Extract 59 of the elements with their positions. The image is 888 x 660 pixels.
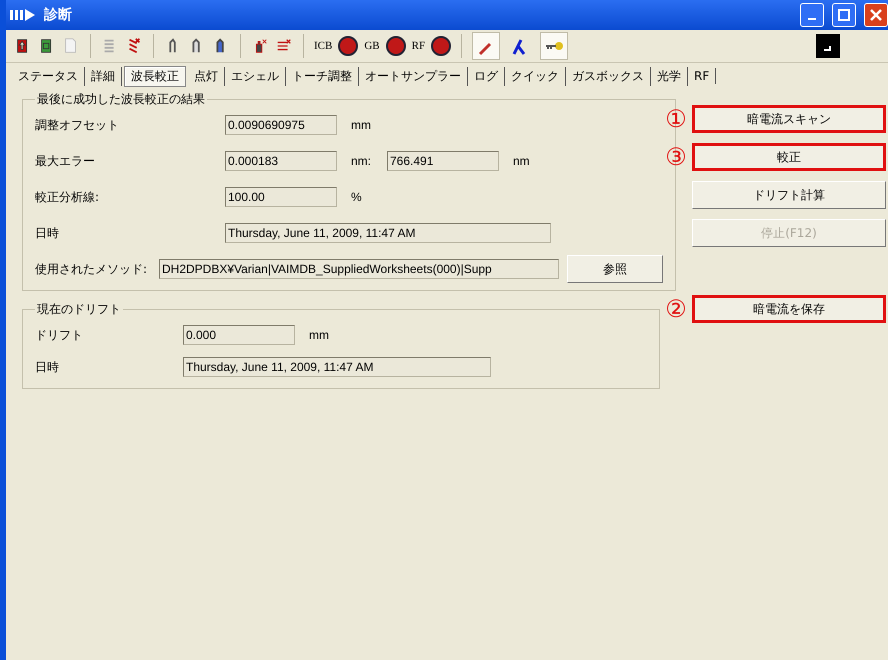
tab[interactable]: エシェル	[225, 66, 286, 86]
status-lamp-icon	[338, 36, 358, 56]
value-field: DH2DPDBX¥Varian|VAIMDB_SuppliedWorksheets(000)|Supp	[159, 259, 559, 279]
status-lamp-icon	[386, 36, 406, 56]
indicator-label: RF	[412, 40, 426, 52]
indicator-label: ICB	[314, 40, 332, 52]
field-label: ドリフト	[35, 326, 84, 344]
value-field: 0.000183	[225, 151, 337, 171]
group-title: 現在のドリフト	[36, 301, 122, 318]
tab[interactable]: トーチ調整	[286, 66, 359, 86]
app-logo-icon	[10, 8, 36, 22]
unit-label: nm:	[351, 154, 372, 168]
field-label: 日時	[35, 224, 60, 242]
tab[interactable]: クイック	[505, 66, 566, 86]
tab[interactable]: 波長較正	[124, 66, 186, 86]
tab[interactable]: 光学	[651, 66, 688, 86]
value-field: 100.00	[225, 187, 337, 207]
close-button[interactable]	[864, 3, 888, 27]
value-field: 766.491	[387, 151, 499, 171]
group-title: 最後に成功した波長較正の結果	[36, 91, 206, 108]
toolbar-toggle[interactable]	[540, 32, 568, 60]
tab[interactable]: 点灯	[188, 66, 225, 86]
maximize-icon	[838, 9, 850, 21]
field-label: 日時	[35, 358, 60, 376]
window-title: 診断	[44, 6, 73, 24]
value-field: 0.0090690975	[225, 115, 337, 135]
annotation-number: ②	[664, 297, 688, 321]
close-icon	[870, 9, 882, 21]
maximize-button[interactable]	[832, 3, 856, 27]
tab[interactable]: RF	[688, 68, 716, 84]
field-label: 較正分析線:	[35, 188, 100, 206]
tab[interactable]: 詳細	[85, 66, 122, 86]
annotation-number: ③	[664, 145, 688, 169]
unit-label: nm	[513, 154, 531, 168]
unit-label: mm	[309, 328, 330, 342]
tab[interactable]: ログ	[468, 66, 505, 86]
indicator-label: GB	[364, 40, 380, 52]
tab[interactable]: ガスボックス	[566, 66, 651, 86]
annotation-number: ①	[664, 107, 688, 131]
unit-label: mm	[351, 118, 372, 132]
toolbar-toggle[interactable]	[472, 32, 500, 60]
action-button[interactable]: 暗電流スキャン	[692, 105, 886, 133]
minimize-button[interactable]	[800, 3, 824, 27]
status-lamp-icon	[431, 36, 452, 56]
unit-label: %	[351, 190, 363, 204]
field-label: 使用されたメソッド:	[35, 260, 148, 278]
field-label: 調整オフセット	[35, 116, 120, 134]
tab[interactable]: オートサンプラー	[359, 66, 468, 86]
field-label: 最大エラー	[35, 152, 96, 170]
browse-button[interactable]: 参照	[567, 255, 663, 283]
action-button[interactable]: 較正	[692, 143, 886, 171]
value-field: Thursday, June 11, 2009, 11:47 AM	[183, 357, 491, 377]
value-field: Thursday, June 11, 2009, 11:47 AM	[225, 223, 551, 243]
corner-mark-icon[interactable]	[816, 34, 840, 58]
action-button[interactable]: ドリフト計算	[692, 181, 886, 209]
value-field: 0.000	[183, 325, 295, 345]
action-button[interactable]: 暗電流を保存	[692, 295, 886, 323]
tab[interactable]: ステータス	[12, 66, 85, 86]
minimize-icon	[808, 18, 816, 20]
